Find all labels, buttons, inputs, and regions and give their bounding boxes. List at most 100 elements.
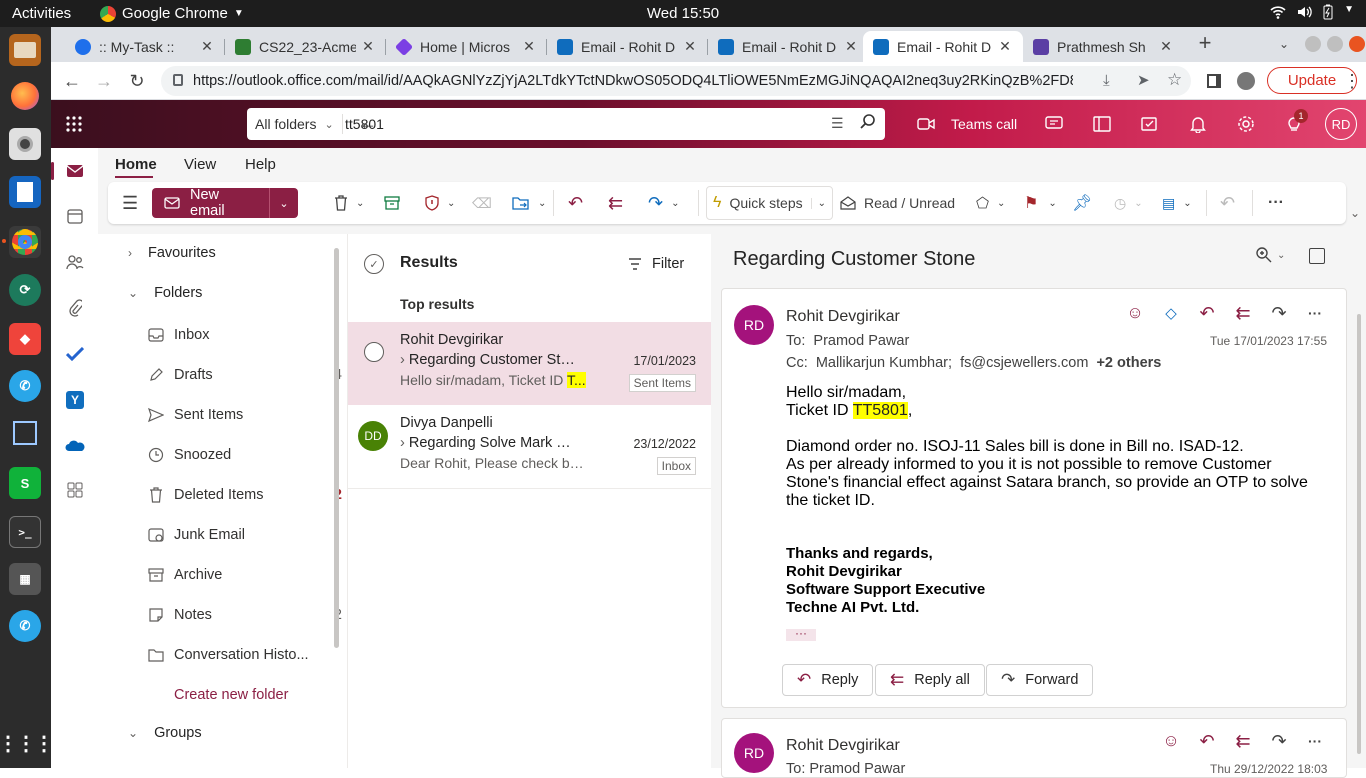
- clock[interactable]: Wed 15:50: [647, 5, 719, 22]
- close-icon[interactable]: ✕: [360, 38, 376, 55]
- collapse-ribbon-icon[interactable]: ⌄: [1350, 206, 1360, 220]
- dock-app-writer[interactable]: [9, 176, 41, 208]
- recipient-name[interactable]: Pramod Pawar: [813, 333, 909, 349]
- folder-conversation-history[interactable]: Conversation Histo...: [148, 647, 334, 663]
- profile-icon[interactable]: [1235, 70, 1257, 92]
- forward-button[interactable]: ↷ Forward: [986, 664, 1094, 696]
- more-options-button[interactable]: ···: [1268, 192, 1284, 214]
- mail-icon[interactable]: [63, 159, 87, 183]
- paperclip-icon[interactable]: [63, 296, 87, 320]
- reading-scrollbar[interactable]: [1357, 314, 1361, 754]
- sweep-icon[interactable]: ⌫: [472, 192, 492, 214]
- dock-app-remmina[interactable]: ⟳: [9, 274, 41, 306]
- cc-recipient[interactable]: Mallikarjun Kumbhar;: [816, 355, 952, 371]
- reply-all-icon[interactable]: ⇇: [1233, 731, 1253, 751]
- folder-drafts[interactable]: Drafts4: [150, 367, 342, 383]
- sender-name[interactable]: Rohit Devgirikar: [786, 737, 900, 755]
- groups-header[interactable]: ⌄ Groups: [128, 725, 202, 741]
- forward-button[interactable]: →: [93, 70, 115, 92]
- reply-icon[interactable]: ↶: [568, 192, 583, 214]
- browser-tab[interactable]: Email - Rohit D ✕: [708, 31, 869, 62]
- search-input[interactable]: tt5801: [345, 116, 384, 132]
- onedrive-icon[interactable]: [63, 434, 87, 458]
- forward-icon[interactable]: ↷: [1269, 731, 1289, 751]
- search-box[interactable]: All folders ⌄ ← tt5801 ☰: [247, 108, 885, 140]
- report-button[interactable]: ⌄: [425, 192, 455, 214]
- new-tab-button[interactable]: +: [1194, 30, 1216, 55]
- people-icon[interactable]: [63, 250, 87, 274]
- search-scope-dropdown[interactable]: All folders ⌄: [247, 114, 343, 134]
- browser-tab[interactable]: Home | Micros ✕: [386, 31, 547, 62]
- onenote-icon[interactable]: [1091, 113, 1113, 135]
- immersive-reader-icon[interactable]: [1309, 248, 1325, 264]
- flag-button[interactable]: ⚑ ⌄: [1024, 192, 1057, 214]
- dock-app-firefox[interactable]: [9, 80, 41, 112]
- todo-icon[interactable]: [1139, 113, 1161, 135]
- dock-app-network[interactable]: [9, 417, 41, 449]
- side-panel-icon[interactable]: [1203, 70, 1225, 92]
- select-all-icon[interactable]: ✓: [364, 254, 384, 274]
- folders-header[interactable]: ⌄ Folders: [128, 285, 202, 301]
- dock-app-skype[interactable]: ✆: [9, 610, 41, 642]
- categorize-button[interactable]: ⬠ ⌄: [976, 192, 1005, 214]
- create-new-folder-link[interactable]: Create new folder: [174, 687, 334, 703]
- chat-icon[interactable]: [1043, 113, 1065, 135]
- dock-app-terminal[interactable]: >_: [9, 516, 41, 548]
- share-icon[interactable]: ➤: [1137, 71, 1150, 89]
- user-avatar[interactable]: RD: [1325, 108, 1357, 140]
- folder-sent-items[interactable]: Sent Items: [148, 407, 334, 423]
- calendar-icon[interactable]: [63, 204, 87, 228]
- hamburger-menu-icon[interactable]: ☰: [122, 192, 138, 214]
- message-card-collapsed[interactable]: RD Rohit Devgirikar To: Pramod Pawar Thu…: [721, 718, 1347, 778]
- close-window-button[interactable]: [1349, 36, 1365, 52]
- close-icon[interactable]: ✕: [682, 38, 698, 55]
- filter-options-icon[interactable]: ☰: [831, 115, 844, 132]
- minimize-button[interactable]: [1305, 36, 1321, 52]
- more-actions-icon[interactable]: ···: [1305, 731, 1325, 751]
- list-item-selected[interactable]: Rohit Devgirikar › Regarding Customer Sto…: [348, 322, 712, 405]
- show-trimmed-content-button[interactable]: ···: [786, 627, 816, 641]
- folder-inbox[interactable]: Inbox: [148, 327, 334, 343]
- favourites-header[interactable]: › Favourites: [128, 245, 216, 261]
- browser-tab[interactable]: CS22_23-Acme ✕: [225, 31, 386, 62]
- close-icon[interactable]: ✕: [997, 38, 1013, 55]
- folder-snoozed[interactable]: Snoozed: [148, 447, 334, 463]
- install-icon[interactable]: ⤓: [1103, 72, 1110, 89]
- new-email-button[interactable]: New email ⌄: [152, 187, 298, 219]
- activities-button[interactable]: Activities: [12, 5, 71, 22]
- reply-all-icon[interactable]: ⇇: [1233, 303, 1253, 323]
- app-launcher-icon[interactable]: [63, 113, 85, 135]
- delete-button[interactable]: ⌄: [334, 192, 364, 214]
- undo-icon[interactable]: ↶: [1220, 192, 1235, 214]
- cc-recipient[interactable]: fs@csjewellers.com: [960, 355, 1088, 371]
- rules-button[interactable]: ▤ ⌄: [1162, 192, 1192, 214]
- back-button[interactable]: ←: [61, 70, 83, 92]
- cc-more-link[interactable]: +2 others: [1096, 355, 1161, 371]
- reply-all-button[interactable]: ⇇ Reply all: [875, 664, 985, 696]
- system-tray[interactable]: ▼: [1270, 4, 1354, 20]
- archive-icon[interactable]: [384, 192, 400, 214]
- zoom-button[interactable]: ⌄: [1255, 246, 1285, 264]
- forward-icon[interactable]: ↷: [1269, 303, 1289, 323]
- browser-tab-active[interactable]: Email - Rohit D ✕: [863, 31, 1023, 62]
- tab-search-button[interactable]: ⌄: [1273, 33, 1295, 55]
- reply-icon[interactable]: ↶: [1197, 731, 1217, 751]
- dock-app-calculator[interactable]: ▦: [9, 563, 41, 595]
- sender-name[interactable]: Rohit Devgirikar: [786, 308, 900, 326]
- list-item[interactable]: DD Divya Danpelli › Regarding Solve Mark …: [348, 405, 712, 488]
- bookmark-star-icon[interactable]: ☆: [1167, 70, 1182, 90]
- search-icon[interactable]: [859, 113, 877, 131]
- loop-icon[interactable]: ◇: [1161, 303, 1181, 323]
- more-actions-icon[interactable]: ···: [1305, 303, 1325, 323]
- reply-icon[interactable]: ↶: [1197, 303, 1217, 323]
- teams-call-button[interactable]: Teams call: [917, 113, 1027, 135]
- dock-app-phone[interactable]: ✆: [9, 370, 41, 402]
- emoji-react-icon[interactable]: ☺: [1161, 731, 1181, 751]
- chrome-menu-icon[interactable]: ⋮: [1341, 70, 1363, 92]
- close-icon[interactable]: ✕: [199, 38, 215, 55]
- tab-help[interactable]: Help: [245, 156, 276, 173]
- folder-junk-email[interactable]: Junk Email: [148, 527, 334, 543]
- bell-icon[interactable]: [1187, 113, 1209, 135]
- close-icon[interactable]: ✕: [843, 38, 859, 55]
- yammer-icon[interactable]: Y: [63, 388, 87, 412]
